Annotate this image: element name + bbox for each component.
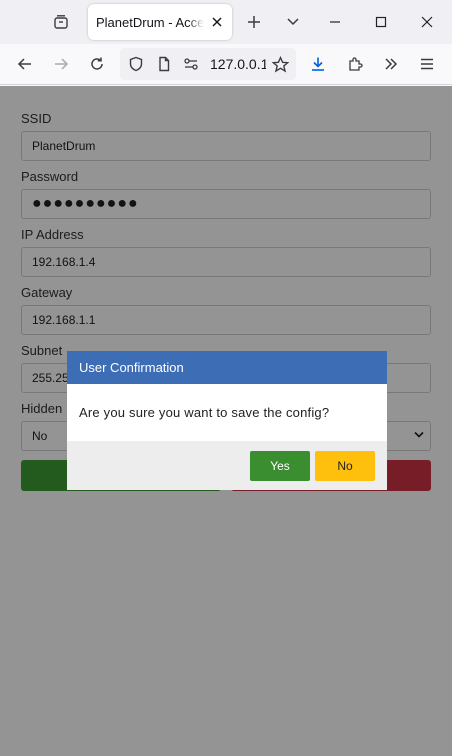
tab-list-icon (54, 15, 68, 29)
dialog-message: Are you sure you want to save the config… (79, 405, 330, 420)
tab-title: PlanetDrum - Access Point Config (96, 14, 204, 30)
window-close-button[interactable] (410, 6, 444, 38)
maximize-icon (375, 16, 387, 28)
yes-button[interactable]: Yes (250, 451, 310, 481)
hamburger-icon (421, 58, 433, 70)
extensions-button[interactable] (339, 48, 371, 80)
app-menu-button[interactable] (411, 48, 443, 80)
star-icon (271, 55, 289, 73)
arrow-right-icon (55, 58, 69, 70)
tab-strip: PlanetDrum - Access Point Config (0, 0, 452, 44)
minimize-button[interactable] (318, 6, 352, 38)
reload-button[interactable] (81, 48, 113, 80)
minimize-icon (330, 21, 340, 23)
back-button[interactable] (9, 48, 41, 80)
no-button[interactable]: No (315, 451, 375, 481)
bookmark-star-button[interactable] (264, 48, 296, 80)
arrow-left-icon (17, 58, 31, 70)
new-tab-button[interactable] (238, 6, 270, 38)
url-text: 127.0.0.1 (210, 56, 266, 72)
reload-icon (91, 57, 103, 70)
dialog-title: User Confirmation (79, 360, 184, 375)
close-icon (421, 16, 433, 28)
permissions-icon[interactable] (183, 56, 199, 72)
download-icon (312, 57, 324, 71)
maximize-button[interactable] (364, 6, 398, 38)
tab-close-button[interactable] (208, 13, 226, 31)
page-content: SSID PlanetDrum Password ●●●●●●●●●● IP A… (0, 86, 452, 756)
tab-list-button[interactable] (44, 6, 78, 38)
plus-icon (248, 16, 260, 28)
forward-button[interactable] (45, 48, 77, 80)
double-chevron-right-icon (385, 58, 398, 70)
confirmation-dialog: User Confirmation Are you sure you want … (67, 351, 387, 490)
shield-icon[interactable] (128, 56, 144, 72)
navigation-toolbar: 127.0.0.1 (0, 44, 452, 85)
overflow-menu-button[interactable] (375, 48, 407, 80)
dialog-footer: Yes No (67, 441, 387, 490)
list-all-tabs-button[interactable] (276, 6, 310, 38)
puzzle-icon (349, 57, 363, 71)
dialog-header: User Confirmation (67, 351, 387, 384)
page-icon[interactable] (156, 56, 172, 72)
active-tab[interactable]: PlanetDrum - Access Point Config (88, 4, 232, 40)
close-icon (212, 17, 222, 27)
downloads-button[interactable] (302, 48, 334, 80)
dialog-body: Are you sure you want to save the config… (67, 384, 387, 441)
chevron-down-icon (287, 18, 299, 26)
